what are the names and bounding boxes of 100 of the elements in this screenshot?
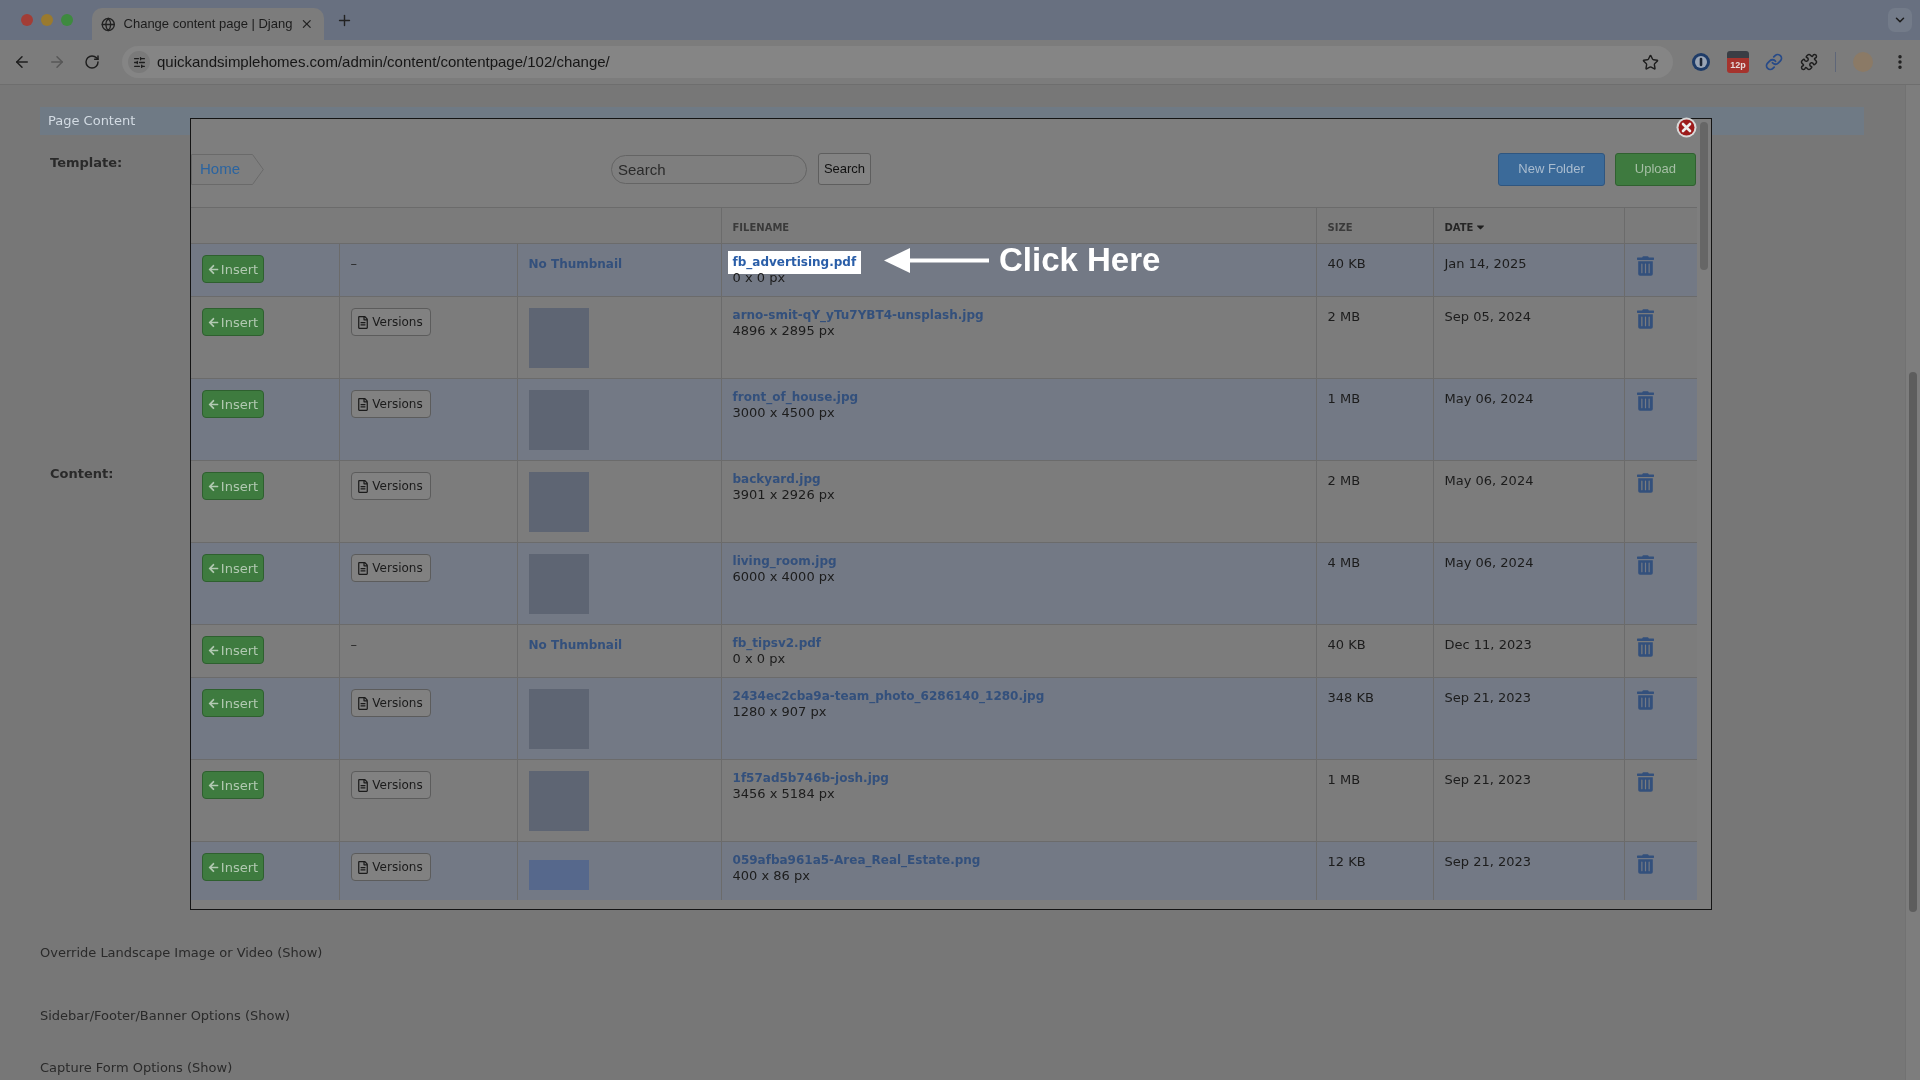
insert-button[interactable]: Insert	[202, 308, 264, 336]
image-dimensions: 0 x 0 px	[732, 651, 786, 667]
file-size: 40 KB	[1327, 637, 1366, 652]
window-close-icon[interactable]	[21, 14, 33, 26]
filename-link[interactable]: 059afba961a5-Area_Real_Estate.png	[732, 853, 981, 868]
versions-button[interactable]: Versions	[350, 771, 431, 799]
filename-link[interactable]: 2434ec2cba9a-team_photo_6286140_1280.jpg	[732, 689, 1045, 704]
new-folder-button[interactable]: New Folder	[1498, 152, 1605, 186]
image-dimensions: 6000 x 4000 px	[732, 569, 835, 585]
trash-icon[interactable]	[1636, 690, 1654, 710]
filename-link[interactable]: front_of_house.jpg	[732, 390, 859, 405]
versions-button[interactable]: Versions	[350, 853, 431, 881]
browser-tab[interactable]: Change content page | Djang	[92, 8, 324, 40]
address-bar[interactable]: quickandsimplehomes.com/admin/content/contentpage/102/change/	[122, 46, 1673, 78]
site-settings-icon[interactable]	[128, 51, 150, 73]
insert-button[interactable]: Insert	[202, 689, 264, 717]
file-date: Sep 21, 2023	[1444, 772, 1532, 787]
close-icon[interactable]	[1676, 117, 1697, 138]
window-minimize-icon[interactable]	[41, 14, 53, 26]
insert-button[interactable]: Insert	[202, 390, 264, 418]
reload-icon[interactable]	[84, 54, 100, 70]
tab-menu-button[interactable]	[1888, 8, 1912, 32]
puzzle-icon[interactable]	[1800, 53, 1818, 71]
versions-button[interactable]: Versions	[350, 689, 431, 717]
file-icon	[358, 479, 369, 493]
trash-icon[interactable]	[1636, 391, 1654, 411]
insert-button[interactable]: Insert	[202, 554, 264, 582]
upload-button[interactable]: Upload	[1614, 152, 1696, 186]
filename-link[interactable]: fb_advertising.pdf	[727, 251, 862, 274]
arrow-icon	[884, 248, 989, 273]
versions-button[interactable]: Versions	[350, 390, 431, 418]
search-button[interactable]: Search	[818, 153, 871, 185]
file-date: Sep 05, 2024	[1444, 309, 1532, 324]
file-icon	[358, 397, 369, 411]
column-header[interactable]: FILENAME	[732, 219, 790, 235]
file-date: Sep 21, 2023	[1444, 690, 1532, 705]
filename-link[interactable]: backyard.jpg	[732, 472, 821, 487]
filename-link[interactable]: 1f57ad5b746b-josh.jpg	[732, 771, 889, 786]
image-dimensions: 3000 x 4500 px	[732, 405, 835, 421]
trash-icon[interactable]	[1636, 473, 1654, 493]
filename-link[interactable]: fb_tipsv2.pdf	[732, 636, 822, 651]
back-icon[interactable]	[13, 53, 31, 71]
scrollbar-thumb[interactable]	[1909, 372, 1917, 912]
trash-icon[interactable]	[1636, 854, 1654, 874]
arrow-left-icon	[207, 861, 219, 873]
arrow-left-icon	[207, 480, 219, 492]
insert-button[interactable]: Insert	[202, 255, 264, 283]
section-toggle-link[interactable]: Override Landscape Image or Video (Show)	[40, 945, 323, 961]
file-size: 12 KB	[1327, 854, 1366, 869]
trash-icon[interactable]	[1636, 555, 1654, 575]
star-icon[interactable]	[1642, 53, 1659, 71]
empty-value: –	[350, 637, 357, 652]
arrow-left-icon	[207, 263, 219, 275]
column-header[interactable]: DATE	[1444, 219, 1474, 235]
photo-placeholder	[528, 771, 589, 831]
globe-icon	[101, 16, 116, 32]
section-toggle-link[interactable]: Sidebar/Footer/Banner Options (Show)	[40, 1008, 291, 1024]
image-dimensions: 1280 x 907 px	[732, 704, 827, 720]
no-thumbnail-link[interactable]: No Thumbnail	[528, 257, 623, 271]
arrow-left-icon	[207, 316, 219, 328]
image-placeholder	[528, 860, 589, 890]
insert-button[interactable]: Insert	[202, 636, 264, 664]
password-manager-icon[interactable]	[1692, 53, 1710, 71]
scrollbar-thumb[interactable]	[1700, 122, 1708, 270]
window-zoom-icon[interactable]	[61, 14, 73, 26]
field-label: Content:	[50, 466, 114, 482]
trash-icon[interactable]	[1636, 256, 1654, 276]
file-icon	[358, 696, 369, 710]
home-breadcrumb[interactable]: Home	[191, 153, 264, 185]
forward-icon[interactable]	[48, 53, 66, 71]
url-text: quickandsimplehomes.com/admin/content/contentpage/102/change/	[157, 51, 610, 72]
versions-button[interactable]: Versions	[350, 308, 431, 336]
filename-link[interactable]: arno-smit-qY_yTu7YBT4-unsplash.jpg	[732, 308, 984, 323]
arrow-left-icon	[207, 779, 219, 791]
file-size: 4 MB	[1327, 555, 1361, 570]
no-thumbnail-link[interactable]: No Thumbnail	[528, 638, 623, 652]
column-header[interactable]: SIZE	[1327, 219, 1353, 235]
file-icon	[358, 561, 369, 575]
trash-icon[interactable]	[1636, 637, 1654, 657]
field-label: Template:	[50, 155, 123, 171]
arrow-left-icon	[207, 644, 219, 656]
trash-icon[interactable]	[1636, 772, 1654, 792]
versions-button[interactable]: Versions	[350, 554, 431, 582]
tab-title: Change content page | Djang	[123, 15, 293, 34]
versions-button[interactable]: Versions	[350, 472, 431, 500]
file-size: 2 MB	[1327, 309, 1361, 324]
empty-value: –	[350, 256, 357, 271]
insert-button[interactable]: Insert	[202, 472, 264, 500]
image-dimensions: 400 x 86 px	[732, 868, 810, 884]
photo-placeholder	[528, 472, 589, 532]
insert-button[interactable]: Insert	[202, 771, 264, 799]
search-field[interactable]: Search	[611, 154, 807, 184]
filename-link[interactable]: living_room.jpg	[732, 554, 837, 569]
link-icon[interactable]	[1765, 53, 1783, 71]
file-size: 40 KB	[1327, 256, 1366, 271]
insert-button[interactable]: Insert	[202, 853, 264, 881]
file-icon	[358, 315, 369, 329]
trash-icon[interactable]	[1636, 309, 1654, 329]
section-toggle-link[interactable]: Capture Form Options (Show)	[40, 1060, 233, 1076]
image-dimensions: 4896 x 2895 px	[732, 323, 835, 339]
